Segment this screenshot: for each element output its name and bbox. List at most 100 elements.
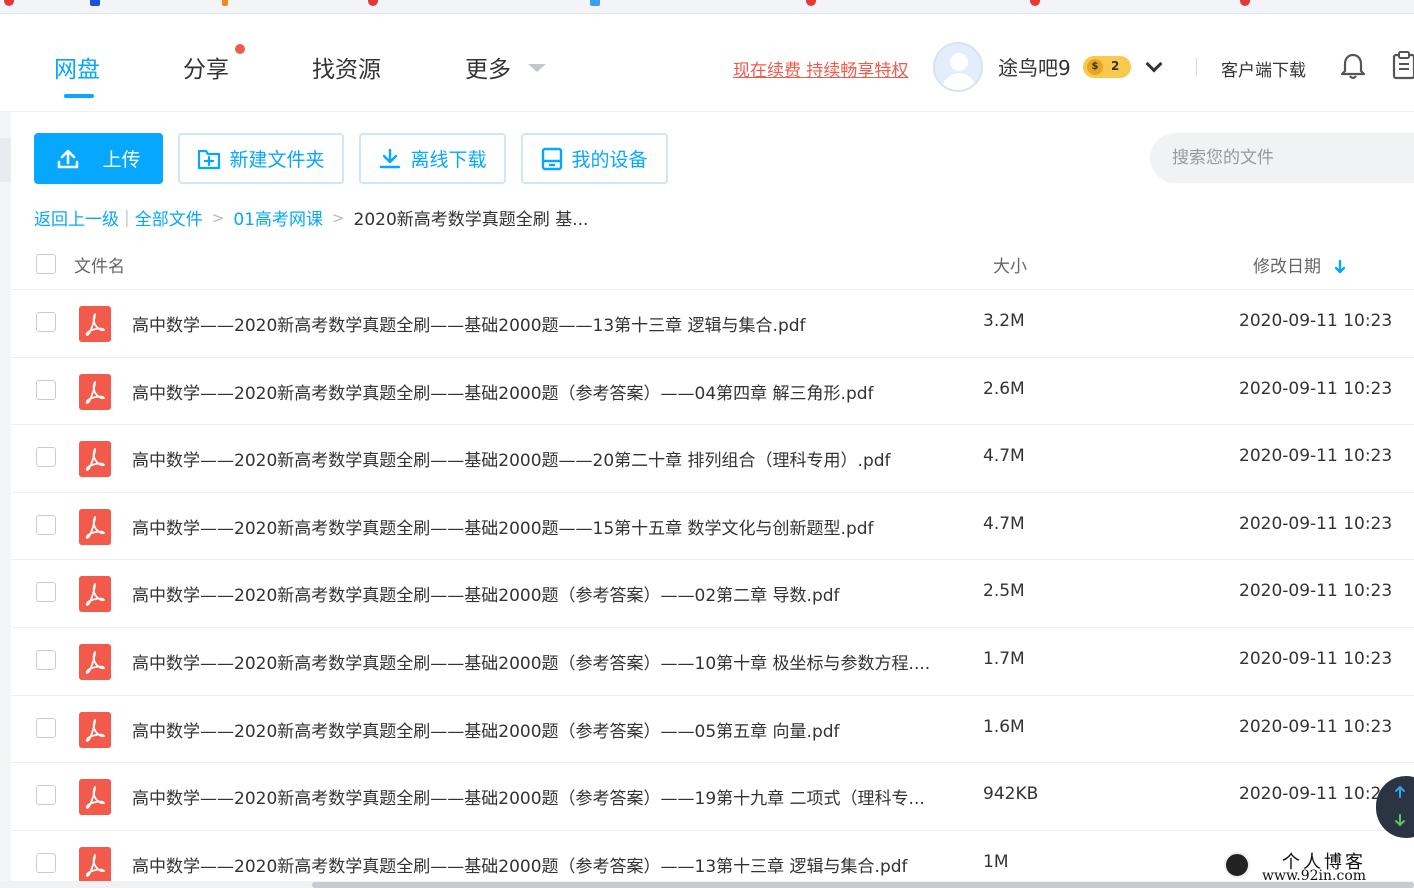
- file-size: 942KB: [983, 784, 1039, 804]
- new-folder-label: 新建文件夹: [229, 149, 325, 171]
- table-row[interactable]: 高中数学——2020新高考数学真题全刷——基础2000题——13第十三章 逻辑与…: [11, 289, 1414, 356]
- breadcrumb-divider: |: [124, 207, 130, 228]
- row-checkbox[interactable]: [36, 582, 56, 602]
- row-checkbox[interactable]: [36, 718, 56, 738]
- column-header-size[interactable]: 大小: [993, 252, 1027, 277]
- bookmark-icon[interactable]: [1030, 0, 1046, 8]
- table-row[interactable]: 高中数学——2020新高考数学真题全刷——基础2000题（参考答案）——13第十…: [11, 830, 1414, 888]
- pdf-file-icon: [79, 576, 111, 612]
- user-menu-chevron-icon[interactable]: [1145, 55, 1163, 73]
- my-devices-button[interactable]: 我的设备: [521, 133, 668, 184]
- file-date: 2020-09-11 10:23: [1239, 514, 1393, 534]
- table-row[interactable]: 高中数学——2020新高考数学真题全刷——基础2000题（参考答案）——19第十…: [11, 762, 1414, 829]
- file-name[interactable]: 高中数学——2020新高考数学真题全刷——基础2000题（参考答案）——19第十…: [132, 784, 925, 809]
- nav-find-resources[interactable]: 找资源: [312, 50, 381, 84]
- bookmark-icon[interactable]: [590, 0, 606, 8]
- vip-badge[interactable]: $ 2: [1083, 56, 1131, 78]
- nav-netdisk[interactable]: 网盘: [54, 50, 100, 84]
- table-row[interactable]: 高中数学——2020新高考数学真题全刷——基础2000题（参考答案）——02第二…: [11, 559, 1414, 626]
- pdf-file-icon: [79, 847, 111, 883]
- row-checkbox[interactable]: [36, 650, 56, 670]
- file-name[interactable]: 高中数学——2020新高考数学真题全刷——基础2000题——20第二十章 排列组…: [132, 446, 891, 471]
- header-divider: [1196, 58, 1197, 76]
- row-checkbox[interactable]: [36, 447, 56, 467]
- file-name[interactable]: 高中数学——2020新高考数学真题全刷——基础2000题（参考答案）——05第五…: [132, 717, 840, 742]
- file-date: 2020-09-11 10:23: [1239, 446, 1393, 466]
- clipboard-icon[interactable]: [1392, 50, 1414, 80]
- upload-button[interactable]: 上传: [34, 133, 163, 184]
- upload-icon: [58, 149, 79, 168]
- pdf-file-icon: [79, 306, 111, 342]
- pdf-file-icon: [79, 374, 111, 410]
- avatar[interactable]: [933, 42, 983, 92]
- notification-dot: [235, 44, 245, 54]
- renew-promo-link[interactable]: 现在续费 持续畅享特权: [733, 56, 908, 81]
- file-size: 2.5M: [983, 581, 1025, 601]
- column-header-date[interactable]: 修改日期: [1253, 252, 1346, 277]
- bookmark-icon[interactable]: [90, 0, 106, 8]
- row-checkbox[interactable]: [36, 785, 56, 805]
- pdf-file-icon: [79, 441, 111, 477]
- new-folder-icon: [198, 149, 221, 169]
- bell-icon[interactable]: [1340, 52, 1366, 80]
- row-checkbox[interactable]: [36, 853, 56, 873]
- left-sidebar-strip: [0, 112, 11, 888]
- file-date: 2020-09-11 10:23: [1239, 311, 1393, 331]
- file-name[interactable]: 高中数学——2020新高考数学真题全刷——基础2000题（参考答案）——10第十…: [132, 649, 930, 674]
- nav-share[interactable]: 分享: [183, 50, 229, 84]
- breadcrumb-all-files[interactable]: 全部文件: [135, 205, 203, 230]
- file-name[interactable]: 高中数学——2020新高考数学真题全刷——基础2000题——15第十五章 数学文…: [132, 514, 874, 539]
- breadcrumb: 返回上一级 | 全部文件 > 01高考网课 > 2020新高考数学真题全刷 基.…: [34, 205, 588, 231]
- file-size: 4.7M: [983, 446, 1025, 466]
- file-date: 2020-09-11 10:23: [1239, 717, 1393, 737]
- breadcrumb-folder[interactable]: 01高考网课: [233, 205, 323, 230]
- file-size: 1M: [983, 852, 1009, 872]
- bookmark-icon[interactable]: [806, 0, 822, 8]
- new-folder-button[interactable]: 新建文件夹: [178, 133, 344, 184]
- scrollbar-thumb[interactable]: [312, 882, 1414, 888]
- file-size: 2.6M: [983, 379, 1025, 399]
- vip-level: 2: [1111, 59, 1120, 73]
- bookmarks-bar: [0, 0, 1414, 14]
- file-name[interactable]: 高中数学——2020新高考数学真题全刷——基础2000题（参考答案）——02第二…: [132, 581, 840, 606]
- pdf-file-icon: [79, 644, 111, 680]
- row-checkbox[interactable]: [36, 515, 56, 535]
- table-row[interactable]: 高中数学——2020新高考数学真题全刷——基础2000题——20第二十章 排列组…: [11, 424, 1414, 491]
- bookmark-icon[interactable]: [222, 0, 234, 8]
- row-checkbox[interactable]: [36, 312, 56, 332]
- table-row[interactable]: 高中数学——2020新高考数学真题全刷——基础2000题（参考答案）——04第四…: [11, 357, 1414, 424]
- scroll-arrows-icon: [1395, 785, 1405, 827]
- bookmark-icon[interactable]: [1240, 0, 1256, 8]
- file-name[interactable]: 高中数学——2020新高考数学真题全刷——基础2000题（参考答案）——04第四…: [132, 379, 874, 404]
- download-icon: [380, 148, 401, 168]
- file-name[interactable]: 高中数学——2020新高考数学真题全刷——基础2000题——13第十三章 逻辑与…: [132, 311, 806, 336]
- table-row[interactable]: 高中数学——2020新高考数学真题全刷——基础2000题（参考答案）——10第十…: [11, 627, 1414, 694]
- file-date: 2020-09-11 10:23: [1239, 379, 1393, 399]
- select-all-checkbox[interactable]: [36, 254, 56, 274]
- file-size: 4.7M: [983, 514, 1025, 534]
- chevron-down-icon[interactable]: [528, 64, 546, 72]
- offline-download-label: 离线下载: [410, 149, 487, 171]
- sort-desc-icon[interactable]: [1334, 259, 1346, 275]
- offline-download-button[interactable]: 离线下载: [359, 133, 506, 184]
- bookmark-icon[interactable]: [368, 0, 384, 8]
- file-size: 3.2M: [983, 311, 1025, 331]
- pdf-file-icon: [79, 712, 111, 748]
- breadcrumb-back[interactable]: 返回上一级: [34, 205, 119, 230]
- client-download-link[interactable]: 客户端下载: [1221, 56, 1306, 81]
- file-size: 1.6M: [983, 717, 1025, 737]
- top-header: 网盘 分享 找资源 更多 现在续费 持续畅享特权 途鸟吧9 $ 2 客户端下载: [0, 14, 1414, 112]
- column-header-name[interactable]: 文件名: [74, 252, 125, 277]
- device-icon: [542, 147, 563, 170]
- file-name[interactable]: 高中数学——2020新高考数学真题全刷——基础2000题（参考答案）——13第十…: [132, 852, 908, 877]
- nav-more[interactable]: 更多: [465, 50, 511, 84]
- upload-label: 上传: [102, 149, 141, 171]
- horizontal-scrollbar[interactable]: [0, 881, 1414, 888]
- nav-active-indicator: [64, 94, 94, 98]
- table-row[interactable]: 高中数学——2020新高考数学真题全刷——基础2000题——15第十五章 数学文…: [11, 492, 1414, 559]
- table-row[interactable]: 高中数学——2020新高考数学真题全刷——基础2000题（参考答案）——05第五…: [11, 695, 1414, 762]
- row-checkbox[interactable]: [36, 380, 56, 400]
- bookmark-icon[interactable]: [4, 0, 20, 8]
- search-input[interactable]: [1150, 133, 1414, 183]
- username[interactable]: 途鸟吧9: [998, 52, 1071, 81]
